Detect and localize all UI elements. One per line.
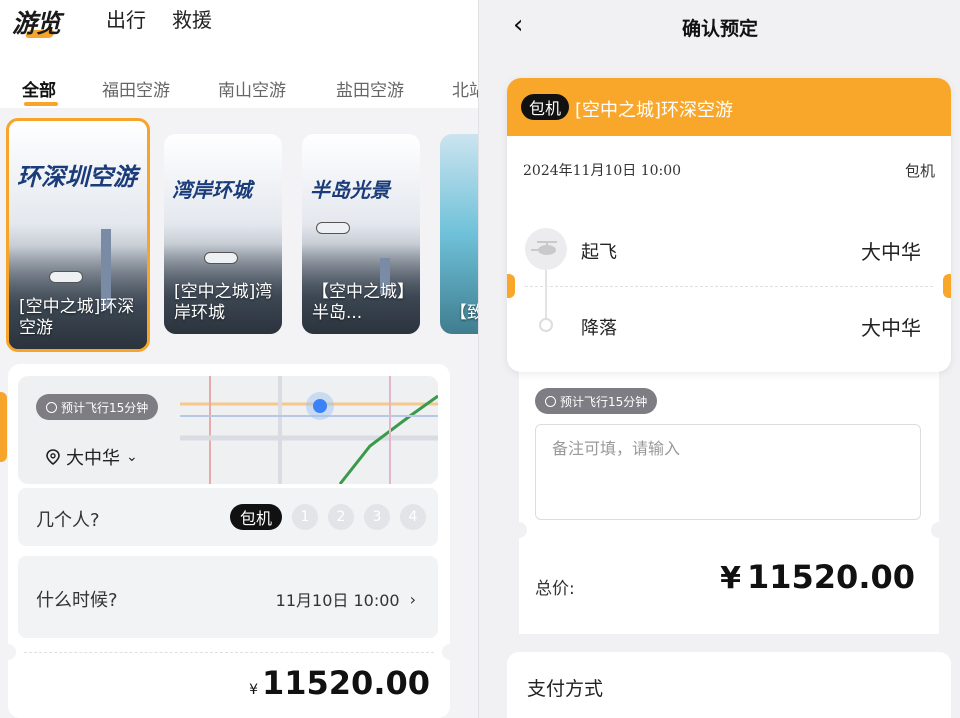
tab-indicator — [24, 102, 58, 106]
landing-dot — [539, 318, 553, 332]
helicopter-icon — [525, 228, 567, 270]
charter-option[interactable]: 包机 — [229, 504, 282, 530]
product-title: [空中之城]环深空游 — [575, 100, 734, 121]
nav-rescue[interactable]: 救援 — [172, 4, 212, 33]
product-card[interactable]: 湾岸环城 [空中之城]湾岸环城 — [164, 134, 282, 334]
home-screen: 游览 出行 救援 全部 福田空游 南山空游 盐田空游 北站 环深圳空游 [空中之… — [0, 0, 478, 718]
takeoff-label: 起飞 — [581, 242, 617, 263]
tab-all[interactable]: 全部 — [22, 76, 56, 101]
top-bar: 游览 出行 救援 — [0, 0, 478, 62]
remarks-input[interactable]: 备注可填，请输入 — [535, 424, 921, 520]
price-display: ¥ 11520.00 — [249, 664, 430, 702]
helicopter-icon — [204, 252, 238, 264]
landing-label: 降落 — [581, 318, 617, 339]
time-value: 11月10日 10:00 › — [275, 589, 416, 611]
helicopter-icon — [316, 222, 350, 234]
order-datetime: 2024年11月10日 10:00 — [523, 163, 682, 179]
card-brand: 环深圳空游 — [17, 163, 137, 191]
location-selector[interactable]: 大中华 ⌄ — [46, 444, 138, 470]
payment-label: 支付方式 — [527, 678, 604, 700]
clock-icon — [545, 395, 556, 407]
flight-time-pill: 预计飞行15分钟 — [535, 388, 658, 414]
order-card: 包机 [空中之城]环深空游 2024年11月10日 10:00 包机 起飞 大中… — [507, 78, 951, 372]
order-header: 包机 [空中之城]环深空游 — [507, 78, 951, 136]
app-logo: 游览 — [12, 9, 61, 38]
people-option-3[interactable]: 3 — [364, 504, 390, 530]
time-row[interactable]: 什么时候? 11月10日 10:00 › — [18, 556, 438, 638]
time-label: 什么时候? — [36, 590, 118, 611]
flight-time-pill: 预计飞行15分钟 — [36, 394, 159, 420]
side-handle — [0, 392, 7, 462]
route-map[interactable]: 预计飞行15分钟 大中华 ⌄ — [18, 376, 438, 484]
chevron-right-icon: › — [409, 589, 416, 609]
tab-futian[interactable]: 福田空游 — [102, 76, 170, 101]
map-graphic — [180, 376, 438, 484]
card-title: 【空中之城】半岛... — [312, 282, 414, 323]
takeoff-location: 大中华 — [861, 240, 921, 264]
order-type: 包机 — [904, 162, 935, 180]
header: ‹ 确认预定 — [479, 0, 960, 52]
helicopter-icon — [49, 271, 83, 283]
card-brand: 半岛光景 — [310, 178, 390, 202]
people-label: 几个人? — [36, 510, 100, 531]
total-label: 总价: — [535, 579, 575, 599]
tab-nanshan[interactable]: 南山空游 — [218, 76, 286, 101]
product-carousel: 环深圳空游 [空中之城]环深空游 湾岸环城 [空中之城]湾岸环城 半岛光景 【空… — [0, 108, 478, 358]
people-option-4[interactable]: 4 — [400, 504, 426, 530]
card-title: 【致岸】 — [450, 303, 478, 323]
location-pin-icon — [46, 449, 60, 465]
confirm-screen: ‹ 确认预定 预计飞行15分钟 备注可填，请输入 总价: ¥ 11520.00 … — [478, 0, 960, 718]
people-option-1[interactable]: 1 — [292, 504, 318, 530]
chevron-down-icon: ⌄ — [126, 449, 138, 465]
product-card[interactable]: 半岛光景 【空中之城】半岛... — [302, 134, 420, 334]
page-title: 确认预定 — [681, 18, 758, 40]
price-amount: 11520.00 — [261, 664, 430, 702]
card-title: [空中之城]湾岸环城 — [174, 282, 273, 323]
location-label: 大中华 — [66, 448, 120, 469]
note-and-total: 预计飞行15分钟 备注可填，请输入 总价: ¥ 11520.00 — [511, 372, 947, 634]
product-card[interactable]: 环深圳空游 [空中之城]环深空游 — [6, 118, 150, 352]
booking-panel: 预计飞行15分钟 大中华 ⌄ 几个人? 包机 1 2 3 4 什么时候? 11月… — [0, 364, 458, 718]
people-option-2[interactable]: 2 — [328, 504, 354, 530]
clock-icon — [46, 401, 57, 413]
total-price: ¥ 11520.00 — [720, 558, 915, 596]
people-options: 包机 1 2 3 4 — [229, 504, 426, 530]
card-brand: 湾岸环城 — [172, 178, 252, 202]
product-card[interactable]: 【致岸】 — [440, 134, 478, 334]
card-title: [空中之城]环深空游 — [19, 297, 135, 338]
category-tabs: 全部 福田空游 南山空游 盐田空游 北站 — [0, 62, 478, 108]
tab-yantian[interactable]: 盐田空游 — [336, 76, 404, 101]
tab-north-station[interactable]: 北站 — [452, 76, 478, 101]
nav-travel[interactable]: 出行 — [106, 4, 146, 33]
charter-badge: 包机 — [521, 94, 570, 120]
landing-location: 大中华 — [861, 316, 921, 340]
payment-section[interactable]: 支付方式 — [507, 652, 951, 718]
people-row: 几个人? 包机 1 2 3 4 — [18, 488, 438, 546]
